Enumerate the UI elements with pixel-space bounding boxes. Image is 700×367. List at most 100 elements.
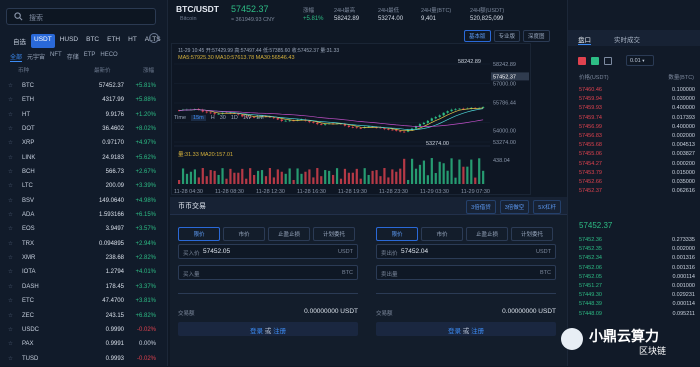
coin-row[interactable]: ☆ BSV 149.0640 +4.98% — [6, 195, 158, 209]
margin-tab-0[interactable]: 3倍借贷 — [466, 200, 496, 214]
chart-view-1[interactable]: 专业版 — [493, 30, 521, 42]
coin-row[interactable]: ☆ USDC 0.9990 -0.02% — [6, 324, 158, 338]
star-icon[interactable]: ☆ — [8, 169, 13, 175]
category-tab-5[interactable]: HECO — [100, 52, 117, 62]
asks-row[interactable]: 57454.27 0.000200 — [568, 160, 700, 169]
star-icon[interactable]: ☆ — [8, 269, 13, 275]
sell-slider[interactable] — [376, 293, 556, 294]
asks-row[interactable]: 57459.74 0.017393 — [568, 114, 700, 123]
category-tab-1[interactable]: 元宇宙 — [27, 52, 45, 62]
buy-register-link[interactable]: 注册 — [273, 328, 286, 335]
coin-row[interactable]: ☆ LTC 200.09 +3.39% — [6, 180, 158, 194]
quote-tab-自选[interactable]: 自选 — [10, 34, 29, 48]
quote-tab-usdt[interactable]: USDT — [31, 34, 55, 48]
sell-price-field[interactable]: 卖出价 57452.04 USDT — [376, 244, 556, 259]
bids-row[interactable]: 57449.30 0.029231 — [568, 291, 700, 300]
category-tab-4[interactable]: ETP — [84, 52, 96, 62]
margin-tab-2[interactable]: 5X杠杆 — [533, 200, 561, 214]
sell-order-type-1[interactable]: 市价 — [421, 227, 463, 241]
asks-row[interactable]: 57452.66 0.035000 — [568, 178, 700, 187]
view-asks-icon[interactable] — [578, 57, 586, 65]
quote-tab-ht[interactable]: HT — [125, 34, 140, 48]
star-icon[interactable]: ☆ — [8, 341, 13, 347]
coin-row[interactable]: ☆ TRX 0.094895 +2.94% — [6, 238, 158, 252]
more-icon[interactable] — [149, 33, 159, 43]
coin-row[interactable]: ☆ HT 9.9176 +1.20% — [6, 109, 158, 123]
tab-orderbook[interactable]: 盘口 — [578, 34, 591, 45]
coin-row[interactable]: ☆ DOT 36.4602 +8.02% — [6, 123, 158, 137]
bids-row[interactable]: 57452.34 0.001316 — [568, 254, 700, 263]
asks-row[interactable]: 57460.46 0.100000 — [568, 86, 700, 95]
bids-row[interactable]: 57448.39 0.000114 — [568, 300, 700, 309]
buy-order-type-2[interactable]: 止盈止损 — [268, 227, 310, 241]
sell-login-bar[interactable]: 登录 或 注册 — [376, 322, 556, 336]
coin-row[interactable]: ☆ XRP 0.97170 +4.97% — [6, 137, 158, 151]
buy-login-bar[interactable]: 登录 或 注册 — [178, 322, 358, 336]
buy-slider[interactable] — [178, 293, 358, 294]
interval-4[interactable]: 1D — [231, 115, 238, 121]
sell-login-link[interactable]: 登录 — [448, 328, 461, 335]
bids-row[interactable]: 57452.35 0.002000 — [568, 245, 700, 254]
category-tab-2[interactable]: NFT — [50, 52, 62, 62]
interval-0[interactable]: Time — [174, 115, 186, 121]
asks-row[interactable]: 57459.93 0.400000 — [568, 104, 700, 113]
asks-row[interactable]: 57453.79 0.015000 — [568, 169, 700, 178]
coin-row[interactable]: ☆ TUSD 0.9993 -0.02% — [6, 353, 158, 367]
asks-row[interactable]: 57452.37 0.062616 — [568, 187, 700, 196]
star-icon[interactable]: ☆ — [8, 284, 13, 290]
category-tab-3[interactable]: 存储 — [67, 52, 79, 62]
star-icon[interactable]: ☆ — [8, 327, 13, 333]
interval-6[interactable]: 1M — [256, 115, 264, 121]
coin-row[interactable]: ☆ BTC 57452.37 +5.81% — [6, 80, 158, 94]
coin-row[interactable]: ☆ LINK 24.9183 +5.62% — [6, 152, 158, 166]
star-icon[interactable]: ☆ — [8, 83, 13, 89]
view-bids-icon[interactable] — [591, 57, 599, 65]
interval-1[interactable]: 15m — [191, 115, 206, 121]
chart-view-2[interactable]: 深度图 — [523, 30, 550, 42]
interval-5[interactable]: 1W — [243, 115, 251, 121]
coin-row[interactable]: ☆ BCH 566.73 +2.67% — [6, 166, 158, 180]
coin-row[interactable]: ☆ IOTA 1.2794 +4.01% — [6, 266, 158, 280]
margin-tab-1[interactable]: 3倍做空 — [499, 200, 530, 214]
coin-row[interactable]: ☆ ADA 1.593166 +6.15% — [6, 209, 158, 223]
sell-order-type-3[interactable]: 计划委托 — [511, 227, 553, 241]
asks-row[interactable]: 57455.68 0.004513 — [568, 141, 700, 150]
tab-trades[interactable]: 实时成交 — [614, 34, 640, 44]
header-change[interactable]: 涨幅 — [143, 66, 154, 74]
category-tab-0[interactable]: 全部 — [10, 52, 23, 62]
asks-row[interactable]: 57456.83 0.002000 — [568, 132, 700, 141]
buy-order-type-1[interactable]: 市价 — [223, 227, 265, 241]
star-icon[interactable]: ☆ — [8, 356, 13, 362]
bids-row[interactable]: 57451.27 0.001000 — [568, 282, 700, 291]
bids-row[interactable]: 57452.06 0.001316 — [568, 264, 700, 273]
asks-row[interactable]: 57459.94 0.039000 — [568, 95, 700, 104]
buy-order-type-0[interactable]: 限价 — [178, 227, 220, 241]
sell-order-type-0[interactable]: 限价 — [376, 227, 418, 241]
header-price[interactable]: 最新价 — [94, 66, 111, 74]
quote-tab-eth[interactable]: ETH — [104, 34, 123, 48]
buy-amount-field[interactable]: 买入量 BTC — [178, 265, 358, 280]
sell-order-type-2[interactable]: 止盈止损 — [466, 227, 508, 241]
star-icon[interactable]: ☆ — [8, 226, 13, 232]
star-icon[interactable]: ☆ — [8, 183, 13, 189]
quote-tab-btc[interactable]: BTC — [83, 34, 102, 48]
star-icon[interactable]: ☆ — [8, 313, 13, 319]
coin-row[interactable]: ☆ EOS 3.9497 +3.57% — [6, 223, 158, 237]
asks-row[interactable]: 57455.06 0.003827 — [568, 150, 700, 159]
star-icon[interactable]: ☆ — [8, 97, 13, 103]
coin-row[interactable]: ☆ DASH 178.45 +3.37% — [6, 281, 158, 295]
interval-3[interactable]: 30 — [220, 115, 226, 121]
asks-row[interactable]: 57456.99 0.400000 — [568, 123, 700, 132]
bids-row[interactable]: 57448.09 0.095211 — [568, 310, 700, 319]
coin-row[interactable]: ☆ PAX 0.9991 0.00% — [6, 338, 158, 352]
buy-price-field[interactable]: 买入价 57452.05 USDT — [178, 244, 358, 259]
interval-2[interactable]: H — [211, 115, 215, 121]
star-icon[interactable]: ☆ — [8, 140, 13, 146]
coin-row[interactable]: ☆ XMR 238.68 +2.82% — [6, 252, 158, 266]
star-icon[interactable]: ☆ — [8, 255, 13, 261]
coin-row[interactable]: ☆ ETC 47.4700 +3.81% — [6, 295, 158, 309]
bids-row[interactable]: 57452.36 0.273335 — [568, 236, 700, 245]
buy-order-type-3[interactable]: 计划委托 — [313, 227, 355, 241]
depth-select[interactable]: 0.01 ▾ — [626, 55, 654, 66]
buy-login-link[interactable]: 登录 — [250, 328, 263, 335]
